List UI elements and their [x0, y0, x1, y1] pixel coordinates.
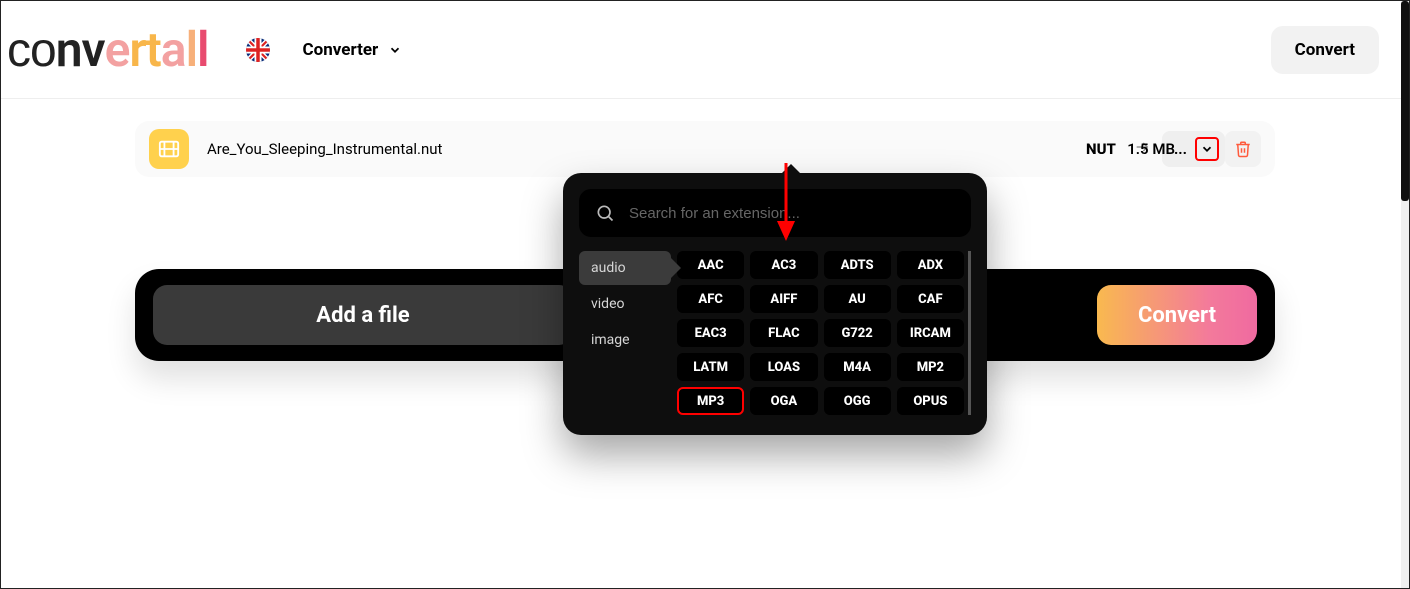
extension-ogg[interactable]: OGG — [824, 387, 891, 415]
uk-flag-icon — [246, 38, 270, 62]
extension-ac3[interactable]: AC3 — [750, 251, 817, 279]
page-scrollbar[interactable] — [1401, 1, 1409, 588]
chevron-down-icon — [388, 43, 402, 57]
add-file-button[interactable]: Add a file — [153, 285, 573, 345]
extension-caf[interactable]: CAF — [897, 285, 964, 313]
extension-oga[interactable]: OGA — [750, 387, 817, 415]
format-dropdown-panel: audiovideoimage AACAC3ADTSADX AFCAIFFAUCA… — [563, 173, 987, 435]
trash-icon — [1234, 140, 1252, 158]
extension-au[interactable]: AU — [824, 285, 891, 313]
convert-button[interactable]: Convert — [1097, 285, 1257, 345]
extension-mp2[interactable]: MP2 — [897, 353, 964, 381]
delete-file-button[interactable] — [1225, 131, 1261, 167]
target-format-placeholder: ... — [1174, 140, 1187, 158]
target-format-chevron[interactable] — [1195, 137, 1219, 161]
extension-ircam[interactable]: IRCAM — [897, 319, 964, 347]
file-row: Are_You_Sleeping_Instrumental.nut NUT ..… — [135, 121, 1275, 177]
scrollbar-thumb[interactable] — [1401, 1, 1409, 201]
search-icon — [595, 203, 615, 223]
extension-flac[interactable]: FLAC — [750, 319, 817, 347]
extension-eac3[interactable]: EAC3 — [677, 319, 744, 347]
extension-aiff[interactable]: AIFF — [750, 285, 817, 313]
extension-aac[interactable]: AAC — [677, 251, 744, 279]
header-convert-button[interactable]: Convert — [1271, 26, 1379, 74]
extension-adts[interactable]: ADTS — [824, 251, 891, 279]
file-size: 1.5 MB — [1127, 140, 1175, 158]
extension-g722[interactable]: G722 — [824, 319, 891, 347]
nav-converter-label: Converter — [303, 40, 379, 60]
add-file-button-label: Add a file — [316, 303, 409, 328]
extension-afc[interactable]: AFC — [677, 285, 744, 313]
header-bar: convertall Converter Convert — [1, 1, 1409, 99]
extension-grid: AACAC3ADTSADX AFCAIFFAUCAF EAC3FLACG722IRC… — [677, 251, 971, 415]
category-video[interactable]: video — [579, 287, 671, 321]
category-list: audiovideoimage — [579, 251, 671, 415]
category-audio[interactable]: audio — [579, 251, 671, 285]
logo[interactable]: convertall — [1, 21, 209, 78]
extension-search-input[interactable] — [629, 205, 955, 222]
extension-mp3[interactable]: MP3 — [677, 387, 744, 415]
extension-adx[interactable]: ADX — [897, 251, 964, 279]
file-type-icon — [149, 129, 189, 169]
extension-loas[interactable]: LOAS — [750, 353, 817, 381]
extension-opus[interactable]: OPUS — [897, 387, 964, 415]
extension-search-box[interactable] — [579, 189, 971, 237]
language-selector[interactable] — [245, 37, 271, 63]
category-image[interactable]: image — [579, 323, 671, 357]
chevron-down-icon — [1200, 142, 1214, 156]
nav-converter-dropdown[interactable]: Converter — [303, 40, 403, 60]
header-convert-button-label: Convert — [1295, 40, 1355, 60]
source-format-label: NUT — [1086, 140, 1116, 158]
extension-m4a[interactable]: M4A — [824, 353, 891, 381]
extension-latm[interactable]: LATM — [677, 353, 744, 381]
convert-button-label: Convert — [1138, 303, 1216, 328]
file-name: Are_You_Sleeping_Instrumental.nut — [207, 140, 442, 158]
